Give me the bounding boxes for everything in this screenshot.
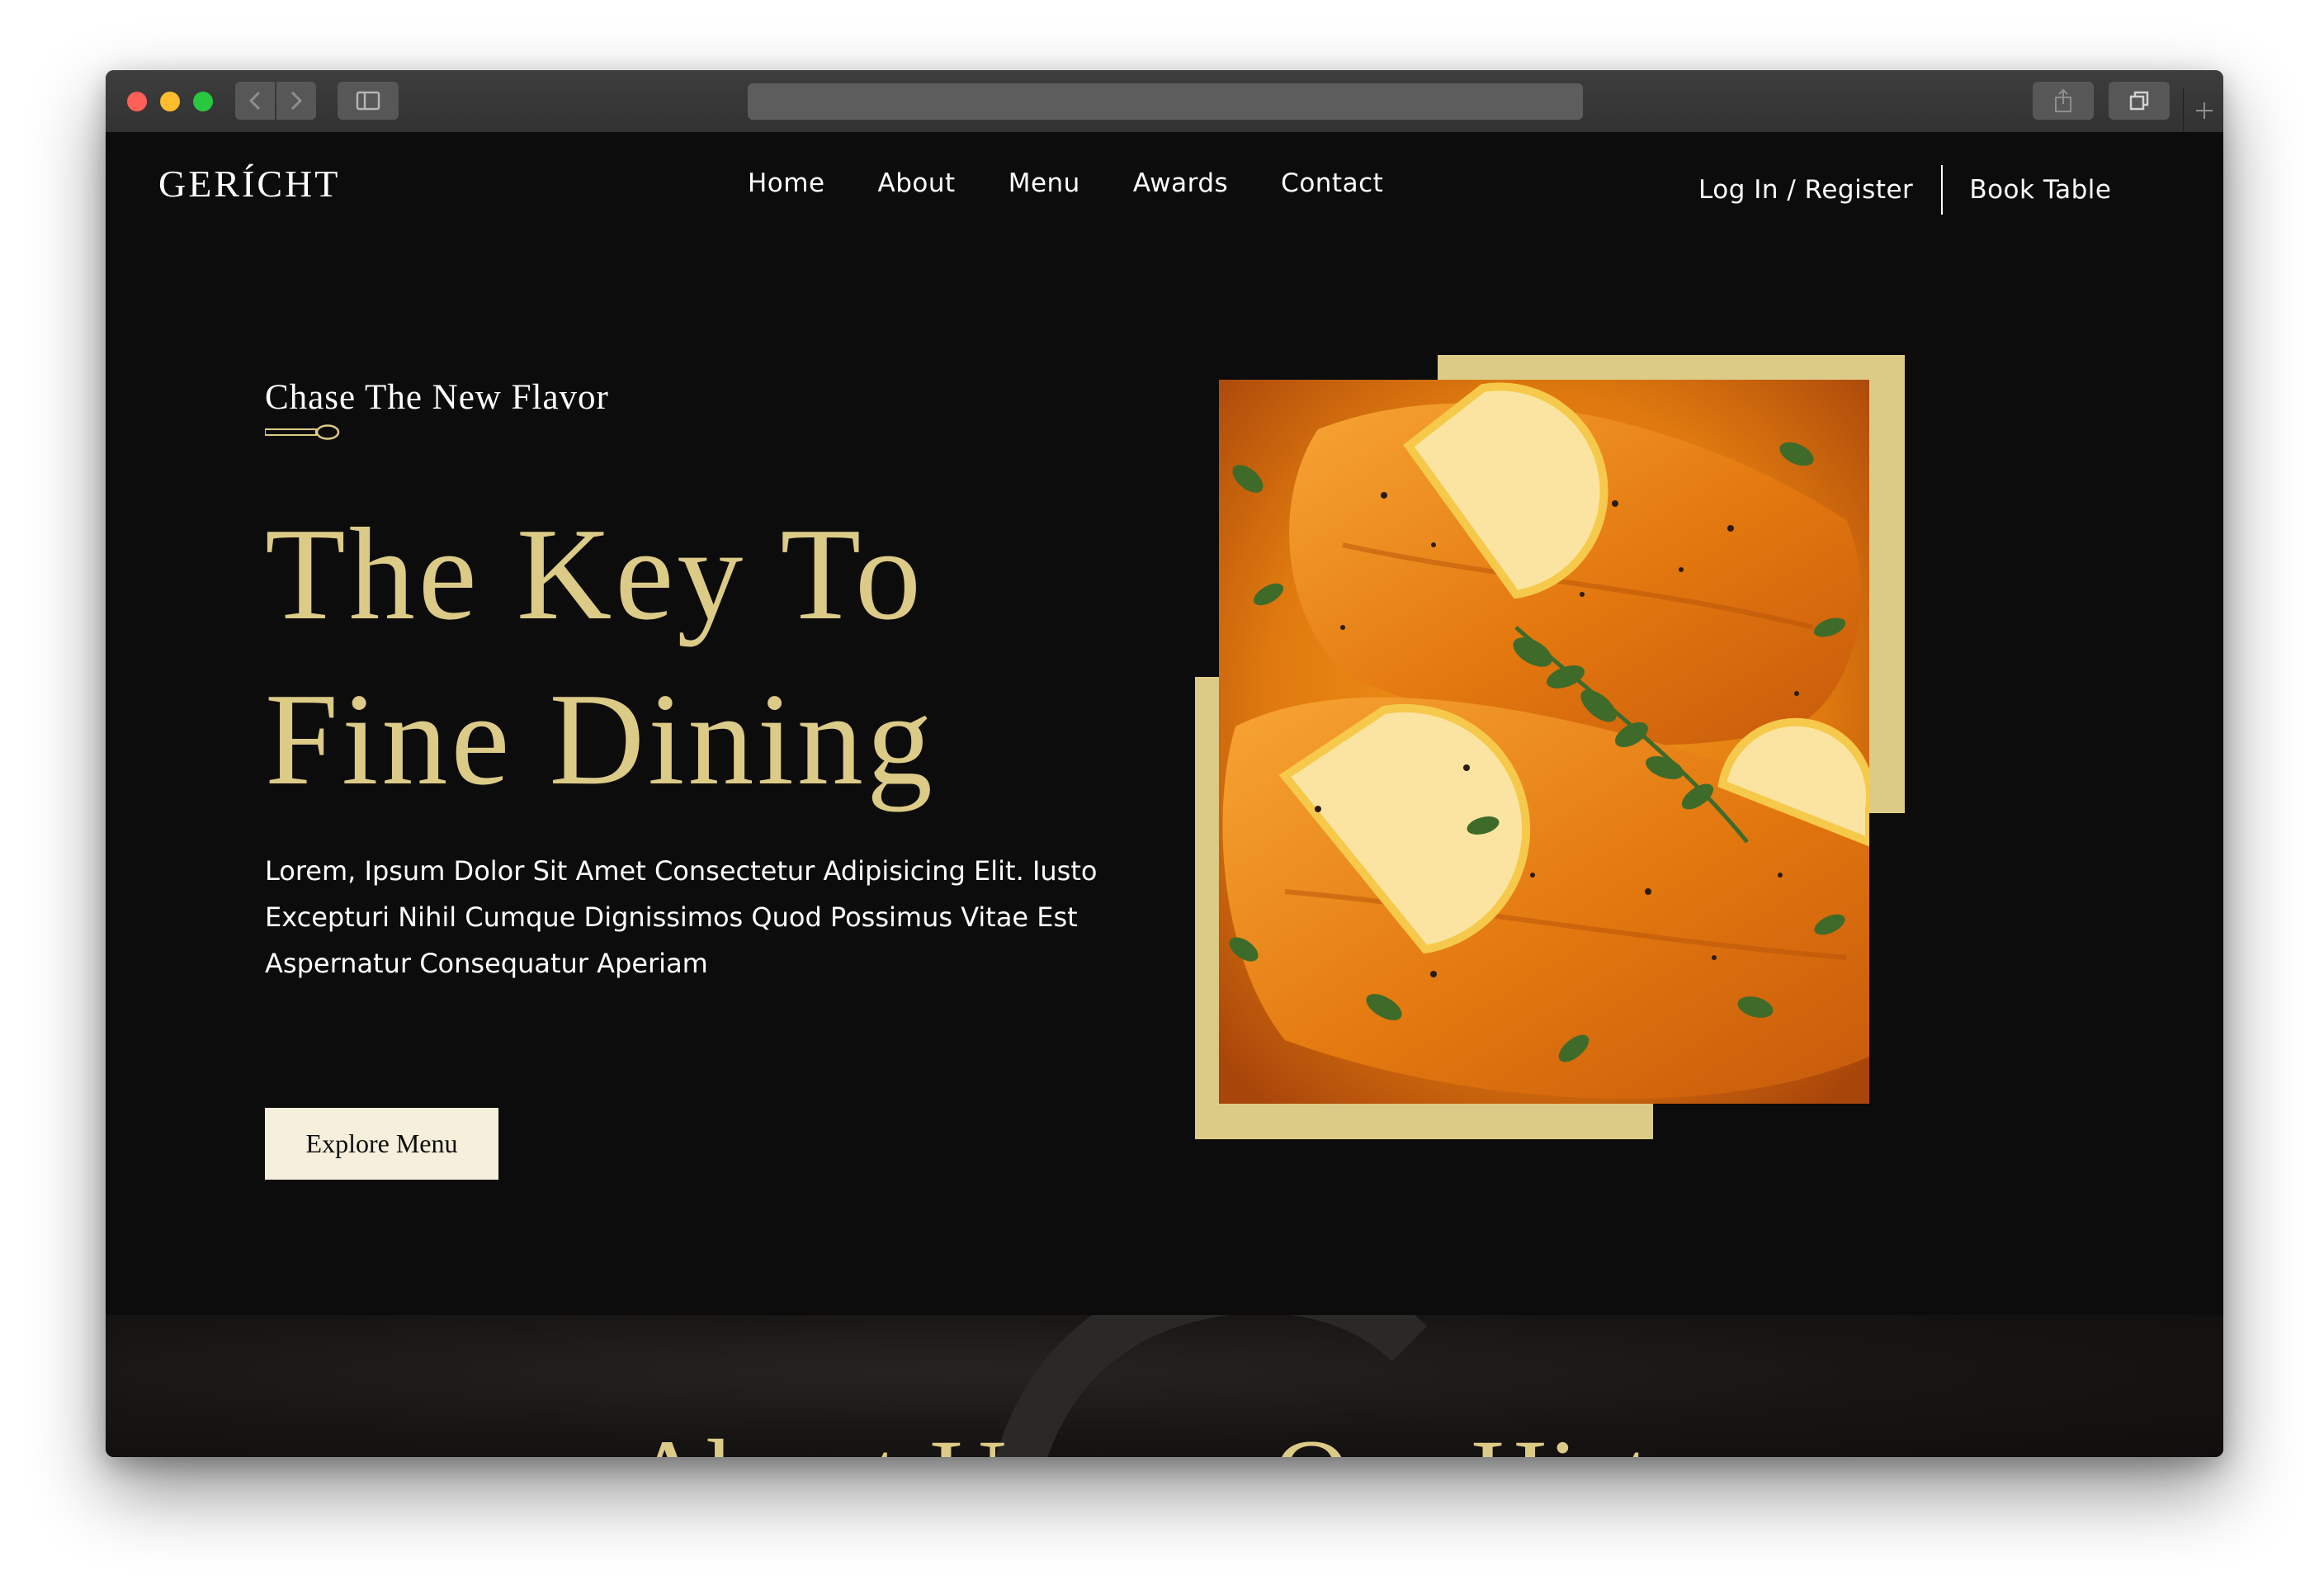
auth-links: Log In / Register Book Table bbox=[1698, 165, 2111, 215]
nav-link-contact[interactable]: Contact bbox=[1281, 165, 1383, 201]
hero-title-line-2: Fine Dining bbox=[265, 665, 936, 812]
nav-link-awards[interactable]: Awards bbox=[1133, 165, 1228, 201]
forward-button[interactable] bbox=[276, 82, 316, 120]
hero-title: The Key To Fine Dining bbox=[265, 491, 936, 821]
our-history-title: Our History bbox=[1273, 1424, 1799, 1457]
browser-window: GERÍCHT Home About Menu Awards Contact L… bbox=[106, 70, 2223, 1457]
sidebar-toggle-button[interactable] bbox=[338, 82, 399, 120]
explore-menu-button[interactable]: Explore Menu bbox=[265, 1108, 498, 1180]
nav-link-about[interactable]: About bbox=[878, 165, 956, 201]
hero-description: Lorem, Ipsum Dolor Sit Amet Consectetur … bbox=[265, 855, 1098, 979]
about-us-title: About Us bbox=[630, 1424, 1051, 1457]
share-icon bbox=[2055, 88, 2071, 112]
site-logo[interactable]: GERÍCHT bbox=[158, 165, 340, 203]
hero-title-line-1: The Key To bbox=[265, 500, 924, 647]
close-window-button[interactable] bbox=[127, 92, 147, 111]
salmon-dish-image bbox=[1219, 380, 1869, 1104]
back-button[interactable] bbox=[235, 82, 275, 120]
book-table-link[interactable]: Book Table bbox=[1969, 172, 2111, 208]
restaurant-site: GERÍCHT Home About Menu Awards Contact L… bbox=[106, 132, 2223, 1457]
chevron-left-icon bbox=[248, 91, 261, 111]
address-bar[interactable] bbox=[748, 83, 1583, 120]
plus-icon bbox=[2195, 102, 2213, 119]
maximize-window-button[interactable] bbox=[193, 92, 213, 111]
tab-overview-button[interactable] bbox=[2109, 82, 2170, 120]
nav-link-home[interactable]: Home bbox=[748, 165, 825, 201]
tabs-icon bbox=[2129, 91, 2149, 111]
main-nav: Home About Menu Awards Contact bbox=[748, 165, 1383, 201]
nav-divider bbox=[1941, 165, 1944, 215]
minimize-window-button[interactable] bbox=[160, 92, 180, 111]
about-section-background bbox=[106, 1315, 2223, 1457]
hero-subtitle: Chase The New Flavor bbox=[265, 378, 609, 417]
share-button[interactable] bbox=[2033, 82, 2094, 120]
new-tab-button[interactable] bbox=[2183, 88, 2223, 132]
login-register-link[interactable]: Log In / Register bbox=[1698, 172, 1913, 208]
spoon-icon bbox=[265, 424, 340, 440]
nav-link-menu[interactable]: Menu bbox=[1008, 165, 1080, 201]
chevron-right-icon bbox=[290, 91, 303, 111]
browser-titlebar bbox=[106, 70, 2223, 133]
sidebar-icon bbox=[356, 91, 380, 111]
